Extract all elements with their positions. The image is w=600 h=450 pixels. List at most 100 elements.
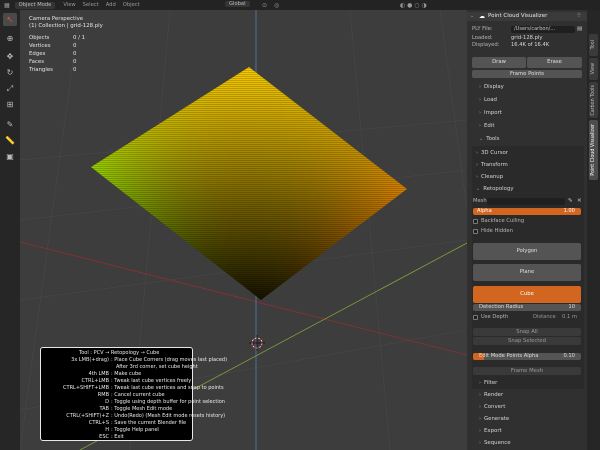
frame-points-button[interactable]: Frame Points <box>472 70 582 78</box>
menu-add[interactable]: Add <box>106 2 116 8</box>
help-row: RMB: Cancel current cube <box>41 392 193 399</box>
help-desc: : Toggle Help panel <box>111 427 159 433</box>
use-depth-checkbox[interactable] <box>473 315 478 320</box>
section-edit[interactable]: › Edit <box>479 123 494 129</box>
menu-select[interactable]: Select <box>83 2 99 8</box>
rotate-icon[interactable]: ↻ <box>3 66 17 79</box>
stat-triangles-value: 0 <box>73 67 77 73</box>
snap-icon[interactable]: ⊙ <box>262 2 267 9</box>
help-key: ESC <box>99 434 109 440</box>
plane-button[interactable]: Plane <box>473 264 581 281</box>
help-key: TAB <box>99 406 109 412</box>
ply-file-input[interactable]: /Users/carbon/... <box>511 26 575 33</box>
distance-label: Distance <box>533 314 556 320</box>
help-row: Tool : PCV → Retopology → Cube <box>41 350 193 357</box>
measure-icon[interactable]: 📏 <box>3 134 17 147</box>
hide-hidden-row: Hide Hidden <box>467 227 587 236</box>
section-filter[interactable]: › Filter <box>479 380 497 386</box>
section-transform[interactable]: › Transform <box>476 162 508 168</box>
tab-point-cloud-visualizer[interactable]: Point Cloud Visualizer <box>589 120 598 180</box>
mesh-picker[interactable] <box>487 198 565 205</box>
mode-dropdown[interactable]: Object Mode <box>14 1 56 9</box>
section-convert-label: Convert <box>484 404 506 410</box>
editor-type-icon[interactable]: ▦ <box>4 2 10 9</box>
stat-edges-value: 0 <box>73 51 77 57</box>
select-box-icon[interactable]: ↖ <box>3 13 17 26</box>
draw-button[interactable]: Draw <box>472 57 526 68</box>
menu-view[interactable]: View <box>63 2 75 8</box>
tab-tool[interactable]: Tool <box>589 34 598 56</box>
distance-field[interactable]: Distance 0.1 m <box>527 314 581 321</box>
eyedropper-icon[interactable]: ✎ <box>568 197 573 206</box>
stat-faces-label: Faces <box>29 59 44 65</box>
stat-faces-value: 0 <box>73 59 77 65</box>
close-icon[interactable]: ✕ <box>577 197 582 206</box>
cursor-icon[interactable]: ⊕ <box>3 32 17 45</box>
sidebar-tabs: Tool View Carbon Tools Point Cloud Visua… <box>587 10 600 450</box>
stat-vertices-label: Vertices <box>29 43 51 49</box>
distance-value: 0.1 m <box>562 314 577 320</box>
hide-hidden-checkbox[interactable] <box>473 229 478 234</box>
section-load-label: Load <box>484 97 497 103</box>
cube-button[interactable]: Cube <box>473 286 581 303</box>
move-icon[interactable]: ✥ <box>3 50 17 63</box>
displayed-value: 16.4K of 16.4K <box>511 42 550 48</box>
section-retopology[interactable]: ⌄ Retopology <box>476 186 514 192</box>
section-3d-cursor[interactable]: › 3D Cursor <box>476 150 508 156</box>
scale-icon[interactable]: ⤢ <box>3 82 17 95</box>
help-desc: : Tweak last cube vertices and snap to p… <box>111 385 224 391</box>
help-row: CTRL+S: Save the current Blender file <box>41 420 193 427</box>
section-tools[interactable]: ⌄ Tools <box>479 136 499 142</box>
tool-shelf: ↖ ⊕ ✥ ↻ ⤢ ⊞ ✎ 📏 ▣ <box>0 10 20 450</box>
help-desc: : Cancel current cube <box>111 392 165 398</box>
help-panel: Tool : PCV → Retopology → Cube 3x LMB(+d… <box>40 347 227 441</box>
backface-checkbox[interactable] <box>473 219 478 224</box>
section-sequence[interactable]: › Sequence <box>479 440 511 446</box>
section-convert[interactable]: › Convert <box>479 404 505 410</box>
section-display[interactable]: › Display <box>479 84 504 90</box>
section-tools-label: Tools <box>486 136 500 142</box>
transform-icon[interactable]: ⊞ <box>3 98 17 111</box>
erase-button[interactable]: Erase <box>527 57 582 68</box>
section-import-label: Import <box>484 110 502 116</box>
section-export-label: Export <box>484 428 502 434</box>
chevron-down-icon: ⌄ <box>470 13 475 19</box>
tab-carbon-tools[interactable]: Carbon Tools <box>589 82 598 118</box>
help-desc: : Place Cube Corners (drag moves last pl… <box>111 357 228 363</box>
displayed-label: Displayed: <box>472 42 500 48</box>
stat-edges-label: Edges <box>29 51 46 57</box>
drag-handle-icon[interactable]: ⠿ <box>577 12 581 21</box>
menu-object[interactable]: Object <box>123 2 140 8</box>
edit-alpha-slider[interactable]: Edit Mode Points Alpha 0.10 <box>473 353 581 360</box>
panel-header[interactable]: ⌄ ☁ Point Cloud Visualizer ⠿ <box>467 12 587 21</box>
frame-mesh-button[interactable]: Frame Mesh <box>473 367 581 375</box>
3d-cursor-icon <box>249 335 265 351</box>
add-cube-icon[interactable]: ▣ <box>3 150 17 163</box>
section-render[interactable]: › Render <box>479 392 503 398</box>
detection-radius-field[interactable]: Detection Radius 10 <box>473 304 581 311</box>
section-generate[interactable]: › Generate <box>479 416 509 422</box>
edit-alpha-label: Edit Mode Points Alpha <box>479 353 539 359</box>
section-load[interactable]: › Load <box>479 97 497 103</box>
annotate-icon[interactable]: ✎ <box>3 118 17 131</box>
snap-all-button[interactable]: Snap All <box>473 328 581 336</box>
help-row: H: Toggle Help panel <box>41 427 193 434</box>
tab-view[interactable]: View <box>589 58 598 80</box>
help-key: CTRL+SHIFT+LMB <box>63 385 109 391</box>
stat-vertices: Vertices 0 <box>29 43 76 49</box>
viewport-shading-icons[interactable]: ◐ ● ○ ◑ <box>400 2 427 9</box>
transform-orientation-dropdown[interactable]: Global <box>225 1 250 8</box>
folder-icon[interactable]: ▤ <box>577 25 582 34</box>
chevron-right-icon: › <box>479 110 481 116</box>
alpha-slider[interactable]: Alpha 1.00 <box>473 208 581 215</box>
section-export[interactable]: › Export <box>479 428 502 434</box>
help-desc: : Exit <box>111 434 124 440</box>
snap-selected-button[interactable]: Snap Selected <box>473 337 581 345</box>
section-cleanup[interactable]: › Cleanup <box>476 174 503 180</box>
sidebar-panel: ⌄ ☁ Point Cloud Visualizer ⠿ PLY File: /… <box>467 10 587 450</box>
help-key: H <box>105 427 109 433</box>
polygon-button[interactable]: Polygon <box>473 243 581 260</box>
detection-radius-label: Detection Radius <box>479 304 524 310</box>
section-import[interactable]: › Import <box>479 110 502 116</box>
proportional-icon[interactable]: ◎ <box>274 2 279 9</box>
